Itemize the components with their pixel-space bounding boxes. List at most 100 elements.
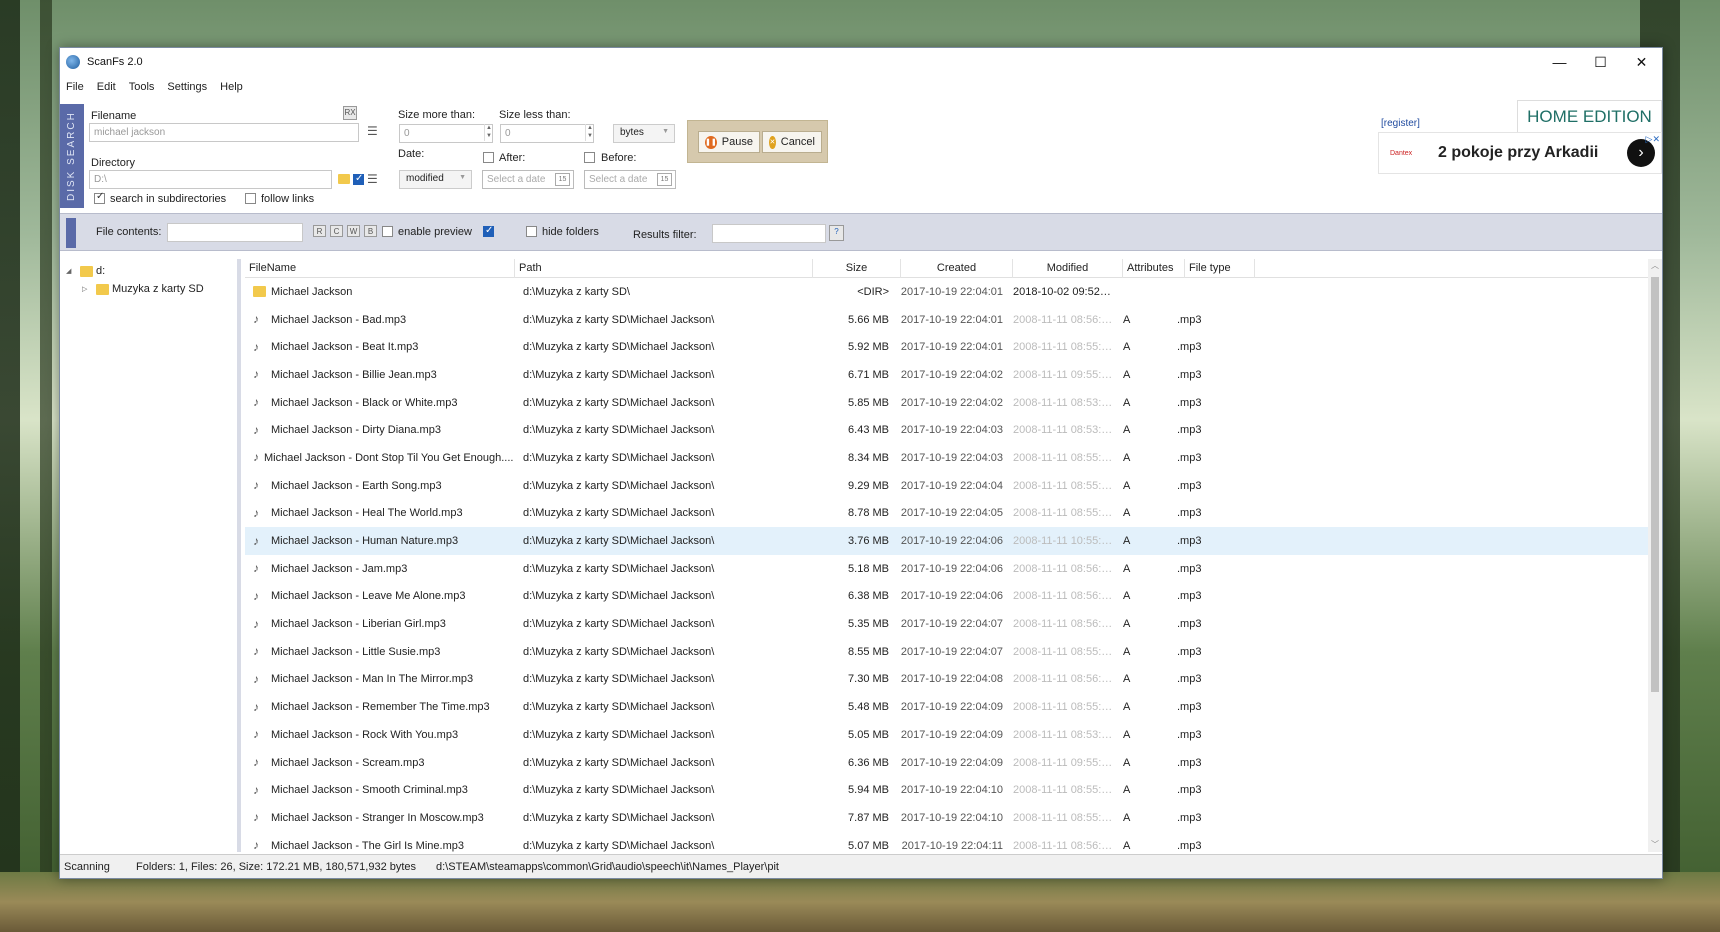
scroll-thumb[interactable] — [1651, 277, 1659, 692]
table-row[interactable]: ♪ Michael Jackson - Stranger In Moscow.mp… — [245, 804, 1648, 832]
table-row[interactable]: ♪ Michael Jackson - Dont Stop Til You Get… — [245, 444, 1648, 472]
ad-banner[interactable]: Dantex 2 pokoje przy Arkadii › — [1378, 132, 1662, 174]
table-row[interactable]: ♪ Michael Jackson - Little Susie.mp3 d:\Mu… — [245, 638, 1648, 666]
after-checkbox[interactable] — [483, 152, 494, 163]
directory-dropdown-icon[interactable] — [353, 173, 364, 185]
table-row[interactable]: ♪ Michael Jackson - Man In The Mirror.mp3… — [245, 666, 1648, 694]
menu-help[interactable]: Help — [220, 81, 243, 93]
browse-folder-icon[interactable] — [338, 174, 350, 184]
results-filter-input[interactable] — [712, 224, 826, 243]
before-checkbox[interactable] — [584, 152, 595, 163]
binary-icon[interactable]: B — [364, 225, 377, 237]
title-bar[interactable]: ScanFs 2.0 — ☐ ✕ — [60, 48, 1662, 76]
cell-created: 2017-10-19 22:04:10 — [900, 784, 1003, 797]
help-icon[interactable]: ? — [829, 225, 844, 241]
maximize-button[interactable]: ☐ — [1580, 48, 1621, 76]
preview-dropdown-icon[interactable] — [483, 225, 494, 237]
column-path[interactable]: Path — [515, 259, 813, 278]
size-less-field: ▲▼ — [500, 124, 594, 143]
column-filename[interactable]: FileName — [245, 259, 515, 278]
table-row[interactable]: ♪ Michael Jackson - Rock With You.mp3 d:\M… — [245, 721, 1648, 749]
table-row[interactable]: ♪ Michael Jackson - Scream.mp3 d:\Muzyka z… — [245, 749, 1648, 777]
table-row[interactable]: ♪ Michael Jackson - Dirty Diana.mp3 d:\Muz… — [245, 416, 1648, 444]
cell-path: d:\Muzyka z karty SD\Michael Jackson\ — [523, 507, 715, 520]
table-row[interactable]: ♪ Michael Jackson - Black or White.mp3 d:\… — [245, 389, 1648, 417]
calendar-icon[interactable]: 15 — [657, 173, 672, 186]
tree-node-root[interactable]: ◢ d: — [66, 265, 105, 277]
regex-icon[interactable]: RX — [343, 106, 357, 120]
menu-edit[interactable]: Edit — [97, 81, 116, 93]
menu-settings[interactable]: Settings — [167, 81, 207, 93]
directory-list-icon[interactable]: ☰ — [367, 173, 379, 185]
file-contents-input[interactable] — [167, 223, 303, 242]
pause-button[interactable]: ❚❚ Pause — [698, 131, 760, 153]
size-more-spinner[interactable]: ▲ ▼ — [484, 124, 493, 141]
table-row[interactable]: ♪ Michael Jackson - Billie Jean.mp3 d:\Muz… — [245, 361, 1648, 389]
table-row[interactable]: ♪ Michael Jackson - Smooth Criminal.mp3 d:… — [245, 776, 1648, 804]
tree-node-muzyka[interactable]: ▷ Muzyka z karty SD — [82, 283, 204, 295]
table-row[interactable]: ♪ Michael Jackson - Human Nature.mp3 d:\Mu… — [245, 527, 1648, 555]
ad-close-icon[interactable]: ▷✕ — [1646, 134, 1660, 145]
column-modified[interactable]: Modified — [1013, 259, 1123, 278]
table-row[interactable]: ♪ Michael Jackson - Earth Song.mp3 d:\Muzy… — [245, 472, 1648, 500]
cancel-button[interactable]: ✕ Cancel — [762, 131, 822, 153]
case-sensitive-icon[interactable]: C — [330, 225, 343, 237]
hide-folders-checkbox[interactable] — [526, 226, 537, 237]
cell-created: 2017-10-19 22:04:01 — [900, 285, 1003, 298]
expand-icon[interactable]: ▷ — [82, 285, 92, 293]
cell-modified: 2008-11-11 08:56:04 — [1013, 839, 1114, 852]
minimize-button[interactable]: — — [1539, 48, 1580, 76]
folder-icon — [80, 265, 93, 277]
enable-preview-checkbox[interactable] — [382, 226, 393, 237]
scroll-up-icon[interactable]: ︿ — [1648, 259, 1662, 273]
table-row[interactable]: ♪ Michael Jackson - Remember The Time.mp3… — [245, 693, 1648, 721]
before-date-picker[interactable]: Select a date 15 — [584, 170, 676, 189]
cell-file-type: .mp3 — [1177, 535, 1202, 548]
calendar-icon[interactable]: 15 — [555, 173, 570, 186]
after-date-picker[interactable]: Select a date 15 — [482, 170, 574, 189]
menu-file[interactable]: File — [66, 81, 84, 93]
close-button[interactable]: ✕ — [1621, 48, 1662, 76]
cell-attributes: A — [1123, 507, 1131, 520]
vertical-scrollbar[interactable]: ︿ ﹀ — [1648, 259, 1662, 852]
size-more-input[interactable] — [399, 124, 493, 143]
follow-links-checkbox[interactable] — [245, 193, 256, 204]
cell-size: 8.34 MB — [848, 451, 889, 464]
filename-text: Michael Jackson - Man In The Mirror.mp3 — [271, 673, 474, 686]
size-less-input[interactable] — [500, 124, 594, 143]
cell-modified: 2008-11-11 08:53:30 — [1013, 728, 1114, 741]
cell-modified: 2008-11-11 08:55:56 — [1013, 479, 1114, 492]
column-file-type[interactable]: File type — [1185, 259, 1255, 278]
size-unit-select[interactable]: bytes ▼ — [613, 124, 675, 143]
table-row[interactable]: ♪ Michael Jackson - Leave Me Alone.mp3 d:\… — [245, 583, 1648, 611]
cell-created: 2017-10-19 22:04:07 — [900, 618, 1003, 631]
column-size[interactable]: Size — [813, 259, 901, 278]
filename-text: Michael Jackson - Little Susie.mp3 — [271, 645, 441, 658]
cell-size: 3.76 MB — [848, 535, 889, 548]
audio-file-icon: ♪ — [253, 396, 259, 410]
register-link[interactable]: [register] — [1381, 118, 1420, 129]
table-row[interactable]: ♪ Michael Jackson - Liberian Girl.mp3 d:\M… — [245, 610, 1648, 638]
folder-tree: ◢ d: ▷ Muzyka z karty SD — [60, 259, 241, 852]
filename-input[interactable] — [89, 123, 359, 142]
size-less-spinner[interactable]: ▲ ▼ — [585, 124, 594, 141]
menu-tools[interactable]: Tools — [129, 81, 155, 93]
disk-search-tab[interactable]: DISK SEARCH — [60, 104, 84, 208]
subdirs-checkbox[interactable] — [94, 191, 105, 204]
filename-list-icon[interactable]: ☰ — [367, 125, 379, 137]
scroll-down-icon[interactable]: ﹀ — [1648, 838, 1662, 852]
table-row[interactable]: ♪ Michael Jackson - Bad.mp3 d:\Muzyka z ka… — [245, 306, 1648, 334]
table-row[interactable]: Michael Jackson d:\Muzyka z karty SD\ <DIR… — [245, 278, 1648, 306]
table-row[interactable]: ♪ Michael Jackson - Beat It.mp3 d:\Muzyka … — [245, 333, 1648, 361]
table-row[interactable]: ♪ Michael Jackson - Jam.mp3 d:\Muzyka z ka… — [245, 555, 1648, 583]
column-created[interactable]: Created — [901, 259, 1013, 278]
collapse-icon[interactable]: ◢ — [66, 267, 76, 275]
date-field-select[interactable]: modified ▼ — [399, 170, 472, 189]
cell-path: d:\Muzyka z karty SD\Michael Jackson\ — [523, 701, 715, 714]
whole-word-icon[interactable]: W — [347, 225, 360, 237]
table-row[interactable]: ♪ Michael Jackson - Heal The World.mp3 d:\… — [245, 500, 1648, 528]
cell-created: 2017-10-19 22:04:06 — [900, 590, 1003, 603]
regex-icon[interactable]: R — [313, 225, 326, 237]
directory-input[interactable] — [89, 170, 332, 189]
column-attributes[interactable]: Attributes — [1123, 259, 1185, 278]
